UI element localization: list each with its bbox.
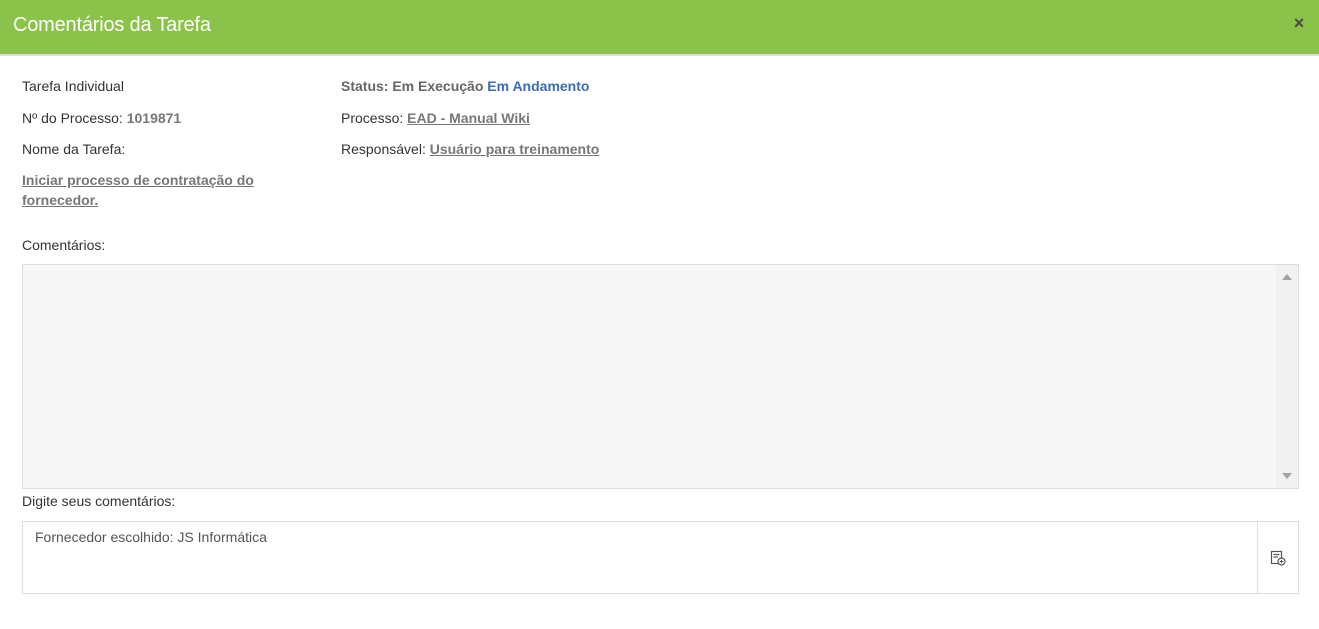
modal-title: Comentários da Tarefa bbox=[13, 14, 211, 36]
send-comment-button[interactable] bbox=[1257, 522, 1298, 593]
responsible-row: Responsável: Usuário para treinamento bbox=[341, 141, 599, 157]
process-row: Processo: EAD - Manual Wiki bbox=[341, 110, 530, 126]
comment-input-value[interactable]: Fornecedor escolhido: JS Informática bbox=[35, 529, 267, 545]
send-comment-icon[interactable] bbox=[1270, 550, 1286, 566]
task-name-label: Nome da Tarefa: bbox=[22, 141, 126, 157]
comment-input-label: Digite seus comentários: bbox=[22, 493, 176, 509]
process-link[interactable]: EAD - Manual Wiki bbox=[407, 110, 530, 126]
comments-history-box bbox=[22, 264, 1299, 489]
responsible-link[interactable]: Usuário para treinamento bbox=[430, 141, 600, 157]
comments-scrollbar[interactable] bbox=[1276, 265, 1298, 488]
comments-label: Comentários: bbox=[22, 237, 106, 253]
responsible-label: Responsável: bbox=[341, 141, 426, 157]
scroll-down-arrow-icon[interactable] bbox=[1282, 473, 1292, 479]
modal-header: Comentários da Tarefa × bbox=[0, 0, 1319, 56]
process-number-label: Nº do Processo: bbox=[22, 110, 123, 126]
process-label: Processo: bbox=[341, 110, 404, 126]
task-type: Tarefa Individual bbox=[22, 78, 124, 94]
task-name-link[interactable]: Iniciar processo de contratação do forne… bbox=[22, 170, 282, 210]
process-number-value: 1019871 bbox=[126, 110, 182, 126]
status-row: Status: Em Execução Em Andamento bbox=[341, 78, 589, 94]
scroll-up-arrow-icon[interactable] bbox=[1282, 274, 1292, 280]
process-number-row: Nº do Processo: 1019871 bbox=[22, 110, 181, 126]
close-icon[interactable]: × bbox=[1291, 14, 1307, 32]
status-value: Em Andamento bbox=[487, 78, 590, 94]
comment-input-field[interactable]: Fornecedor escolhido: JS Informática bbox=[22, 521, 1299, 594]
status-label: Status: Em Execução bbox=[341, 78, 484, 94]
